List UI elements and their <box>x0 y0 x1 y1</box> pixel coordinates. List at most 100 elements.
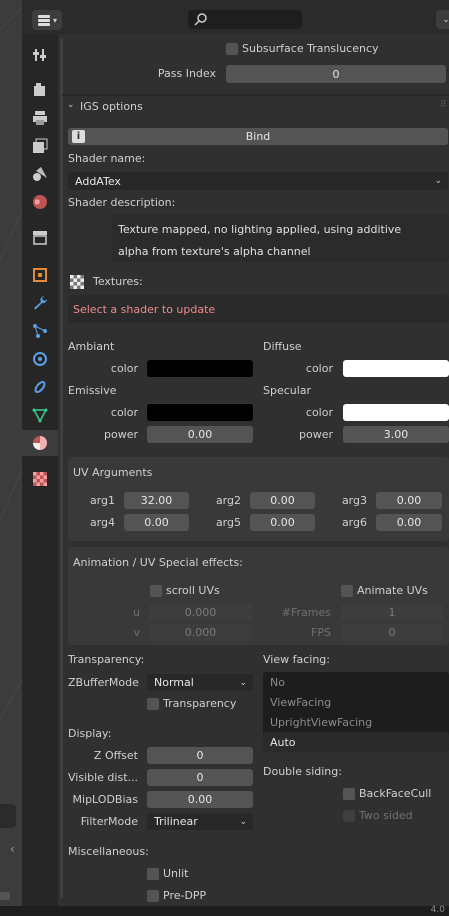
scene-icon <box>33 167 47 181</box>
z-offset-field[interactable]: 0 <box>147 747 253 764</box>
tab-constraints[interactable] <box>22 374 58 400</box>
two-sided-label: Two sided <box>359 809 413 822</box>
transparency-checkbox-label: Transparency <box>163 697 237 710</box>
physics-icon <box>33 352 47 366</box>
viewport-3d[interactable]: ‹ <box>0 0 22 916</box>
transparency-checkbox[interactable] <box>147 698 159 710</box>
tab-modifiers[interactable] <box>22 290 58 316</box>
emissive-color-swatch[interactable] <box>147 404 253 421</box>
search-input[interactable] <box>188 10 302 29</box>
tab-physics[interactable] <box>22 346 58 372</box>
tab-render[interactable] <box>22 77 58 103</box>
tab-scene[interactable] <box>22 161 58 187</box>
transparency-title: Transparency: <box>68 653 145 666</box>
specular-color-swatch[interactable] <box>343 404 449 421</box>
editor-type-button[interactable]: ▾ <box>32 10 62 30</box>
specular-color-label: color <box>305 406 333 419</box>
tab-texture[interactable] <box>22 466 58 492</box>
diffuse-color-swatch[interactable] <box>343 360 449 377</box>
viewport-tool-panel[interactable] <box>0 804 16 828</box>
status-bar: 4.0 <box>0 905 449 916</box>
shader-description-box: Texture mapped, no lighting applied, usi… <box>112 214 449 262</box>
drag-handle-icon[interactable]: ⠿ <box>440 100 447 110</box>
igs-panel-title[interactable]: IGS options <box>80 100 143 113</box>
animate-uvs-label: Animate UVs <box>357 584 428 597</box>
shader-name-value: AddATex <box>75 174 121 188</box>
frames-field[interactable]: 1 <box>341 604 443 621</box>
fps-label: FPS <box>311 626 331 639</box>
panel-expand-chevron-icon[interactable]: ⌄ <box>67 100 75 110</box>
viewport-scrollbar[interactable] <box>0 892 10 900</box>
view-facing-list: No ViewFacing UprightViewFacing Auto <box>263 672 449 752</box>
arg4-field[interactable]: 0.00 <box>124 514 189 531</box>
ambiant-title: Ambiant <box>68 340 115 353</box>
view-facing-option[interactable]: ViewFacing <box>263 692 449 712</box>
textures-message: Select a shader to update <box>73 303 216 316</box>
viewport-collapse-icon[interactable]: ‹ <box>10 842 15 856</box>
shader-description-line1: Texture mapped, no lighting applied, usi… <box>118 223 402 236</box>
tab-output[interactable] <box>22 105 58 131</box>
constraint-icon <box>34 381 46 393</box>
u-field[interactable]: 0.000 <box>149 604 252 621</box>
tab-material[interactable] <box>22 430 58 456</box>
v-field[interactable]: 0.000 <box>149 624 252 641</box>
arg4-label: arg4 <box>89 516 115 529</box>
arg6-label: arg6 <box>341 516 367 529</box>
animation-title: Animation / UV Special effects: <box>73 556 243 569</box>
arg5-field[interactable]: 0.00 <box>250 514 315 531</box>
particles-icon <box>33 324 47 338</box>
scroll-uvs-checkbox[interactable] <box>150 585 162 597</box>
tab-object[interactable] <box>22 262 58 288</box>
tab-particles[interactable] <box>22 318 58 344</box>
fps-field[interactable]: 0 <box>341 624 443 641</box>
properties-scrollbar[interactable] <box>60 38 63 898</box>
specular-power-field[interactable]: 3.00 <box>343 426 449 443</box>
emissive-power-label: power <box>104 428 138 441</box>
view-facing-title: View facing: <box>263 653 330 666</box>
bind-label: Bind <box>245 130 271 143</box>
unlit-label: Unlit <box>163 867 189 880</box>
chevron-down-icon: ⌄ <box>434 176 442 186</box>
bind-button[interactable]: i Bind <box>68 128 448 145</box>
arg6-field[interactable]: 0.00 <box>376 514 442 531</box>
frames-label: #Frames <box>281 606 331 619</box>
emissive-power-field[interactable]: 0.00 <box>147 426 253 443</box>
two-sided-checkbox[interactable] <box>343 810 355 822</box>
chevron-down-icon: ⌄ <box>442 14 449 25</box>
tab-world[interactable] <box>22 189 58 215</box>
mesh-data-icon <box>32 408 48 423</box>
diffuse-color-label: color <box>305 362 333 375</box>
predpp-label: Pre-DPP <box>163 889 207 902</box>
collection-icon <box>33 231 47 245</box>
material-icon <box>33 436 47 450</box>
arg3-field[interactable]: 0.00 <box>376 492 442 509</box>
options-dropdown[interactable]: ⌄ <box>436 10 449 29</box>
arg1-field[interactable]: 32.00 <box>124 492 189 509</box>
view-facing-selected[interactable]: Auto <box>263 732 449 752</box>
mip-lod-field[interactable]: 0.00 <box>147 791 253 808</box>
backface-cull-checkbox[interactable] <box>343 788 355 800</box>
texture-checker-icon <box>70 275 84 289</box>
pass-index-field[interactable]: 0 <box>226 65 446 83</box>
diffuse-title: Diffuse <box>263 340 302 353</box>
subsurface-checkbox[interactable] <box>226 43 238 55</box>
view-facing-option[interactable]: No <box>263 672 449 692</box>
tab-view-layer[interactable] <box>22 133 58 159</box>
ambiant-color-swatch[interactable] <box>147 360 253 377</box>
view-facing-option[interactable]: UprightViewFacing <box>263 712 449 732</box>
visible-dist-field[interactable]: 0 <box>147 769 253 786</box>
display-title: Display: <box>68 727 112 740</box>
tab-tool[interactable] <box>22 42 58 68</box>
animate-uvs-checkbox[interactable] <box>341 585 353 597</box>
filter-mode-dropdown[interactable]: Trilinear ⌄ <box>147 813 253 830</box>
chevron-down-icon: ⌄ <box>239 816 247 827</box>
unlit-checkbox[interactable] <box>147 868 159 880</box>
arg2-field[interactable]: 0.00 <box>250 492 315 509</box>
tab-collection[interactable] <box>22 224 58 250</box>
predpp-checkbox[interactable] <box>147 890 159 902</box>
tab-data[interactable] <box>22 402 58 428</box>
zbuffer-label: ZBufferMode <box>68 676 139 689</box>
zbuffer-dropdown[interactable]: Normal ⌄ <box>147 674 253 691</box>
shader-name-dropdown[interactable]: AddATex ⌄ <box>68 172 448 190</box>
textures-label: Textures: <box>93 275 143 288</box>
